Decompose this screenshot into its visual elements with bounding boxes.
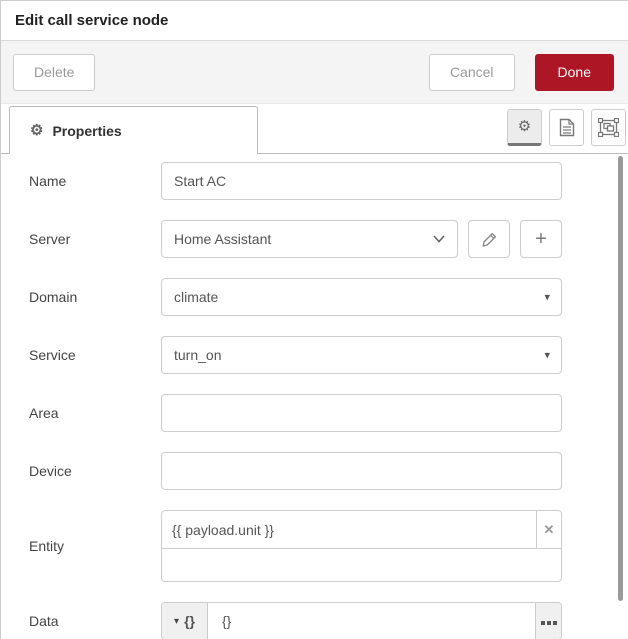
tab-icon-buttons: ⚙: [507, 109, 626, 146]
service-input[interactable]: [161, 336, 562, 374]
device-row: Device: [29, 452, 562, 490]
entity-row: Entity {{ payload.unit }} ✕: [29, 510, 562, 582]
data-typed-input: ▾ {} {}: [161, 602, 562, 639]
name-input[interactable]: [161, 162, 562, 200]
plus-icon: +: [535, 229, 547, 249]
json-type-icon: {}: [184, 613, 195, 629]
tab-bar: ⚙ Properties ⚙: [1, 104, 628, 154]
tab-properties[interactable]: ⚙ Properties: [9, 106, 258, 154]
chevron-down-icon: [433, 235, 445, 243]
appearance-tab-button[interactable]: [591, 109, 626, 146]
server-row: Server Home Assistant: [29, 220, 562, 258]
name-label: Name: [29, 173, 161, 189]
domain-label: Domain: [29, 289, 161, 305]
properties-form: Name Server Home Assistant: [1, 154, 628, 639]
dialog-title-bar: Edit call service node: [1, 1, 628, 41]
server-label: Server: [29, 231, 161, 247]
ellipsis-icon: [540, 612, 558, 630]
service-row: Service ▾: [29, 336, 562, 374]
cancel-button[interactable]: Cancel: [429, 54, 515, 91]
data-label: Data: [29, 613, 161, 629]
edit-server-button[interactable]: [468, 220, 510, 258]
device-label: Device: [29, 463, 161, 479]
server-select-value: Home Assistant: [174, 231, 271, 247]
caret-down-icon: ▾: [174, 616, 179, 627]
domain-input[interactable]: [161, 278, 562, 316]
domain-row: Domain ▾: [29, 278, 562, 316]
server-select[interactable]: Home Assistant: [161, 220, 458, 258]
vertical-scrollbar[interactable]: [618, 156, 623, 601]
area-label: Area: [29, 405, 161, 421]
pencil-icon: [482, 232, 497, 247]
properties-tab-button[interactable]: ⚙: [507, 109, 542, 146]
device-input[interactable]: [161, 452, 562, 490]
add-server-button[interactable]: +: [520, 220, 562, 258]
object-group-icon: [598, 118, 619, 137]
entity-label: Entity: [29, 538, 161, 554]
area-input[interactable]: [161, 394, 562, 432]
entity-list-item[interactable]: {{ payload.unit }} ✕: [162, 511, 561, 549]
delete-button[interactable]: Delete: [13, 54, 95, 91]
service-label: Service: [29, 347, 161, 363]
remove-entity-button[interactable]: ✕: [536, 511, 561, 548]
name-row: Name: [29, 162, 562, 200]
done-button[interactable]: Done: [535, 54, 614, 91]
tab-properties-label: Properties: [52, 123, 121, 139]
document-icon: [559, 118, 575, 137]
dialog-button-bar: Delete Cancel Done: [1, 41, 628, 104]
gear-icon: ⚙: [518, 119, 531, 134]
data-value[interactable]: {}: [208, 603, 535, 639]
entity-item-input[interactable]: {{ payload.unit }}: [162, 511, 536, 548]
data-type-select[interactable]: ▾ {}: [162, 603, 208, 639]
gear-icon: ⚙: [30, 123, 43, 138]
close-icon: ✕: [544, 522, 555, 538]
description-tab-button[interactable]: [549, 109, 584, 146]
edit-call-service-node-dialog: Edit call service node Delete Cancel Don…: [0, 0, 628, 639]
entity-editable-list: {{ payload.unit }} ✕: [161, 510, 562, 582]
dialog-title: Edit call service node: [15, 12, 168, 29]
area-row: Area: [29, 394, 562, 432]
data-row: Data ▾ {} {}: [29, 602, 562, 639]
expand-editor-button[interactable]: [535, 603, 561, 639]
